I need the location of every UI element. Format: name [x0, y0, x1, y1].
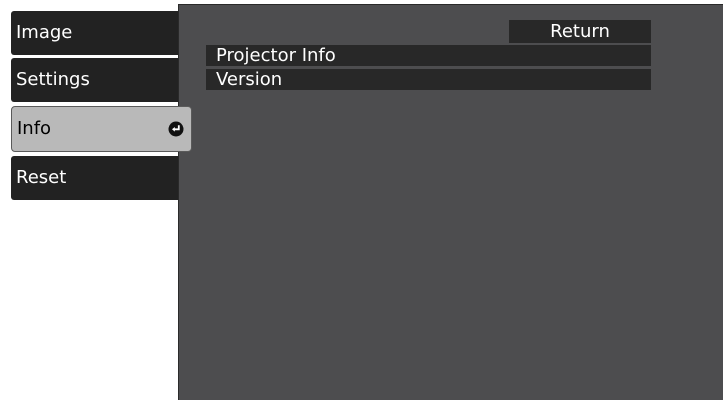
sidebar-item-info[interactable]: Info — [11, 106, 192, 152]
sidebar-item-label: Settings — [16, 69, 90, 90]
sidebar-item-settings[interactable]: Settings — [11, 58, 178, 102]
sidebar-item-reset[interactable]: Reset — [11, 156, 178, 200]
sidebar-item-label: Info — [17, 118, 52, 139]
return-button[interactable]: Return — [509, 20, 651, 43]
menu-content-panel: Return Projector Info Version — [178, 4, 723, 400]
return-label: Return — [550, 21, 610, 42]
menu-item-version[interactable]: Version — [206, 69, 651, 90]
sidebar-item-image[interactable]: Image — [11, 11, 178, 55]
enter-icon — [168, 121, 184, 137]
menu-item-label: Projector Info — [216, 45, 336, 66]
menu-item-label: Version — [216, 69, 283, 90]
sidebar-item-label: Reset — [16, 167, 67, 188]
sidebar-item-label: Image — [16, 22, 73, 43]
menu-item-projector-info[interactable]: Projector Info — [206, 45, 651, 66]
